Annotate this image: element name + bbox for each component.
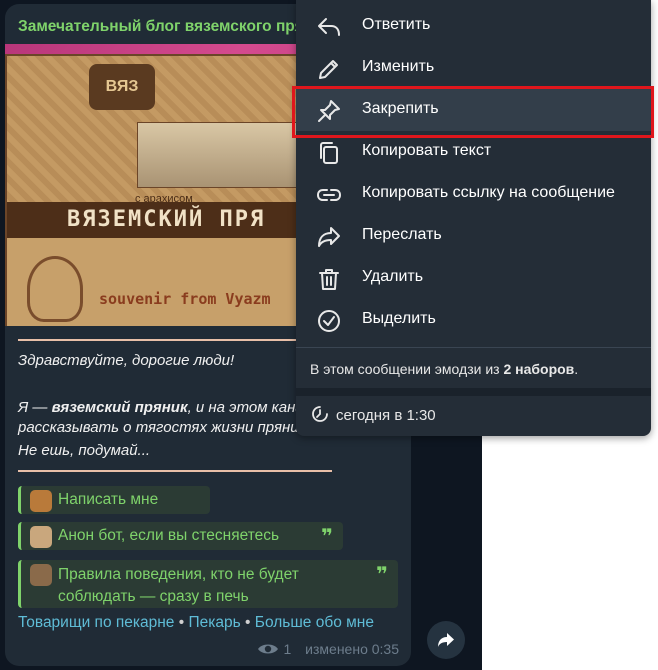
pencil-icon — [319, 60, 338, 79]
copy-icon — [320, 142, 338, 164]
message-outro: Не ешь, подумай... — [18, 442, 151, 459]
menu-item-select[interactable]: Выделить — [296, 299, 651, 341]
gingerbread-box: ВЯЗ с арахисом ВЯЗЕМСКИЙ ПРЯ souvenir fr… — [5, 54, 305, 326]
channel-name[interactable]: Замечательный блог вяземского пряника — [18, 18, 339, 36]
footer-links: Товарищи по пекарне • Пекарь • Больше об… — [18, 614, 374, 631]
views-count: 1 — [283, 641, 292, 657]
write-me-button[interactable]: Написать мне — [18, 486, 210, 514]
menu-item-reply[interactable]: Ответить — [296, 5, 651, 47]
box-ornament — [27, 256, 83, 322]
anon-bot-button[interactable]: Анон бот, если вы стесняетесь ❞ — [18, 522, 343, 550]
box-title: ВЯЗЕМСКИЙ ПРЯ — [67, 207, 266, 232]
heart-cookie-emoji-icon — [30, 526, 52, 548]
divider-top — [18, 339, 332, 341]
context-menu: Ответить Изменить Закрепить Копировать т… — [296, 0, 651, 436]
check-circle-icon — [318, 310, 340, 332]
link-baker[interactable]: Пекарь — [189, 614, 241, 631]
message-time-row: сегодня в 1:30 — [310, 404, 436, 424]
link-colleagues[interactable]: Товарищи по пекарне — [18, 614, 174, 631]
link-more-about-me[interactable]: Больше обо мне — [255, 614, 374, 631]
gingerbread-emoji-icon — [30, 490, 52, 512]
divider-bottom — [18, 470, 332, 472]
trash-icon — [319, 269, 339, 290]
message-time: сегодня в 1:30 — [336, 407, 436, 424]
menu-item-edit[interactable]: Изменить — [296, 47, 651, 89]
edited-time: изменено 0:35 — [305, 641, 399, 657]
reply-icon — [318, 18, 340, 36]
menu-item-copy-link[interactable]: Копировать ссылку на сообщение — [296, 173, 651, 215]
emoji-sets-note[interactable]: В этом сообщении эмодзи из 2 наборов. — [310, 361, 578, 377]
rules-button[interactable]: Правила поведения, кто не будет соблюдат… — [18, 560, 398, 608]
share-arrow-icon — [438, 633, 454, 647]
quote-icon: ❞ — [376, 564, 388, 586]
forward-icon — [318, 227, 340, 247]
box-picture — [137, 122, 299, 188]
forward-button[interactable] — [427, 621, 465, 659]
quote-icon: ❞ — [321, 526, 333, 548]
box-souvenir-text: souvenir from Vyazm — [99, 290, 271, 308]
message-meta: 1 изменено 0:35 — [257, 641, 399, 657]
menu-item-delete[interactable]: Удалить — [296, 257, 651, 299]
highlight-annotation — [292, 86, 654, 138]
box-emblem: ВЯЗ — [89, 64, 155, 110]
clock-check-icon — [312, 406, 328, 422]
menu-item-forward[interactable]: Переслать — [296, 215, 651, 257]
link-icon — [316, 189, 342, 201]
stove-emoji-icon — [30, 564, 52, 586]
eye-icon — [258, 644, 279, 654]
